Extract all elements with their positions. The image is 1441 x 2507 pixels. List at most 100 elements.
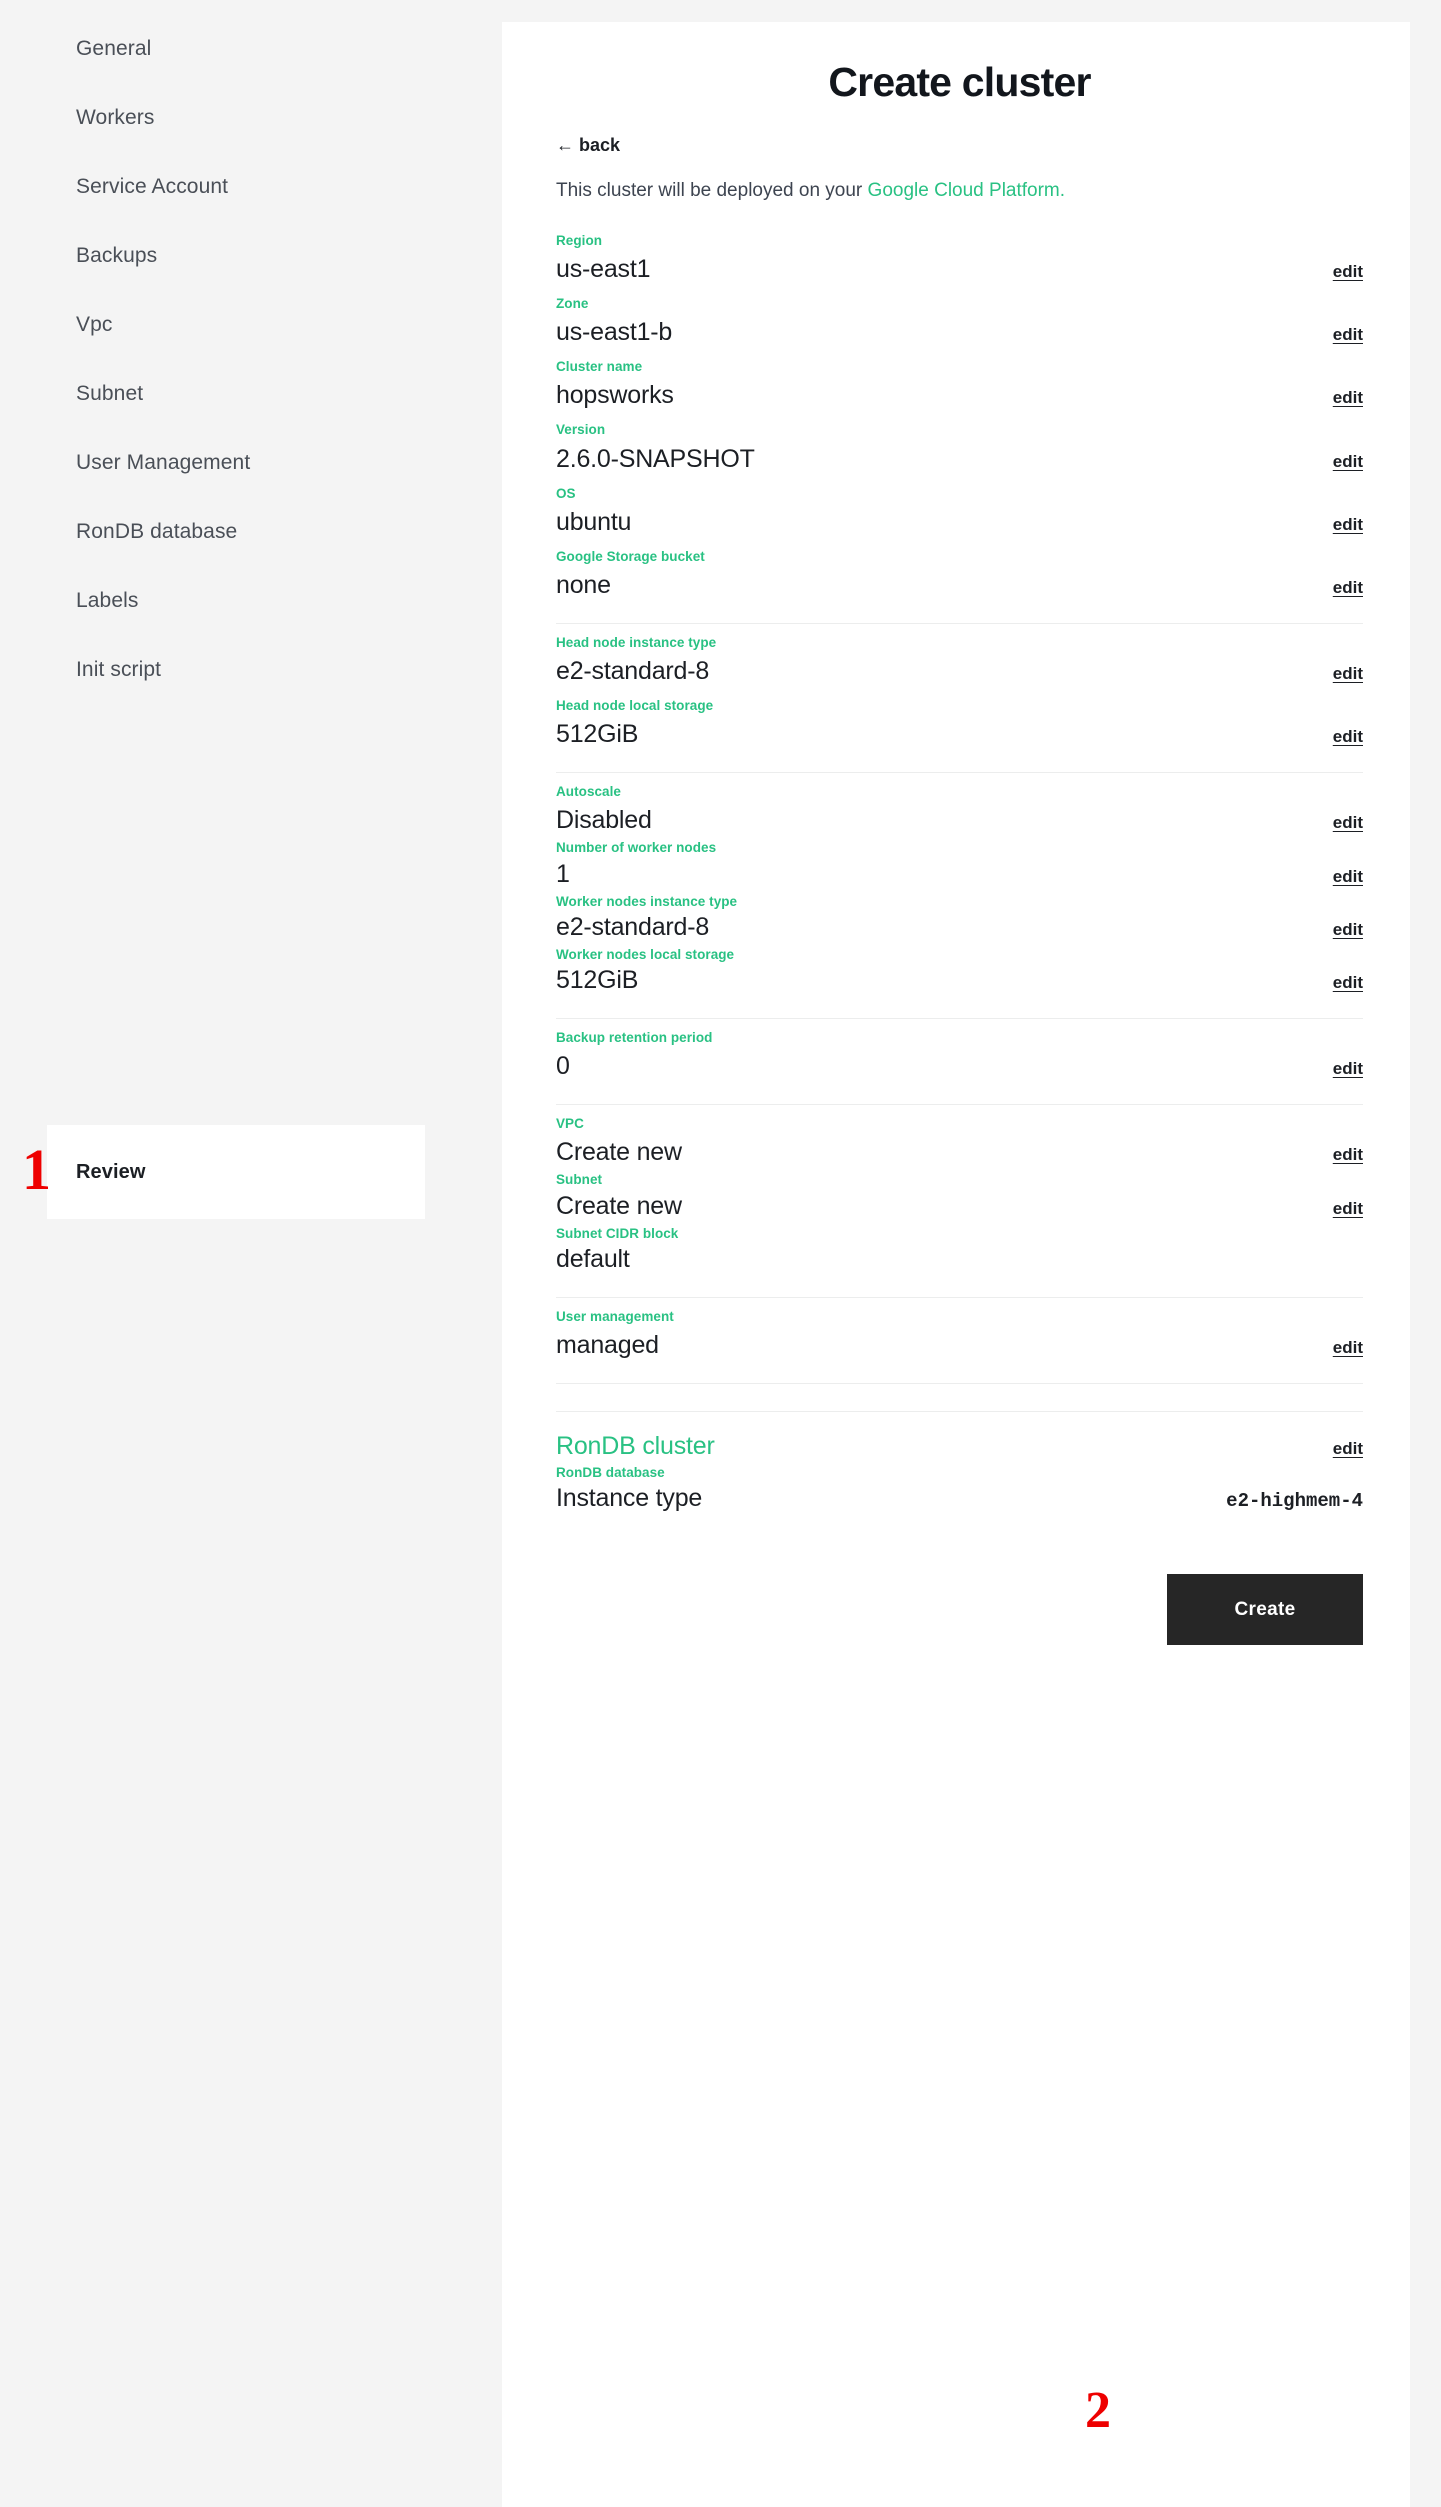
field-row: 0 edit: [556, 1052, 1363, 1082]
field-label: Autoscale: [556, 784, 621, 800]
sidebar-item-label: General: [76, 37, 152, 60]
field-label: Head node local storage: [556, 698, 714, 714]
field-zone: Zone us-east1-b edit: [556, 285, 1363, 348]
field-label: OS: [556, 485, 576, 501]
sidebar-item-general[interactable]: General: [47, 26, 425, 72]
field-value: default: [556, 1244, 630, 1273]
sidebar-item-workers[interactable]: Workers: [47, 95, 425, 141]
sidebar-item-label: Review: [76, 1160, 146, 1183]
annotation-marker-1: 1: [22, 1137, 51, 1202]
field-user-management: User management managed edit: [556, 1298, 1363, 1361]
sidebar-item-backups[interactable]: Backups: [47, 233, 425, 279]
field-row: Create new edit: [556, 1192, 1363, 1222]
rondb-cluster-edit-link[interactable]: edit: [1333, 1439, 1363, 1459]
field-head-node-local-storage: Head node local storage 512GiB edit: [556, 687, 1363, 750]
edit-link[interactable]: edit: [1333, 388, 1363, 408]
back-link[interactable]: ← back: [556, 135, 620, 156]
sidebar-item-label: Backups: [76, 244, 158, 267]
sidebar-item-label: RonDB database: [76, 520, 238, 543]
field-row: 512GiB edit: [556, 720, 1363, 750]
field-row: us-east1-b edit: [556, 318, 1363, 348]
field-row: none edit: [556, 571, 1363, 601]
field-label: Head node instance type: [556, 634, 717, 650]
field-label: Cluster name: [556, 359, 643, 375]
field-label: Subnet CIDR block: [556, 1225, 679, 1241]
edit-link[interactable]: edit: [1333, 727, 1363, 747]
sidebar-item-rondb-database[interactable]: RonDB database: [47, 509, 425, 555]
edit-link[interactable]: edit: [1333, 578, 1363, 598]
field-worker-nodes-local-storage: Worker nodes local storage 512GiB edit: [556, 943, 1363, 996]
field-label: Backup retention period: [556, 1030, 713, 1045]
field-label: Zone: [556, 295, 589, 311]
field-row: 512GiB edit: [556, 966, 1363, 996]
field-label: Region: [556, 232, 603, 248]
field-label: Version: [556, 422, 606, 438]
field-row: Create new edit: [556, 1138, 1363, 1168]
field-version: Version 2.6.0-SNAPSHOT edit: [556, 411, 1363, 474]
field-region: Region us-east1 edit: [556, 222, 1363, 285]
edit-link[interactable]: edit: [1333, 452, 1363, 472]
sidebar-item-label: Subnet: [76, 382, 144, 405]
field-worker-nodes-instance-type: Worker nodes instance type e2-standard-8 e…: [556, 890, 1363, 943]
sidebar-item-service-account[interactable]: Service Account: [47, 164, 425, 210]
field-autoscale: Autoscale Disabled edit: [556, 773, 1363, 836]
field-row: e2-standard-8 edit: [556, 657, 1363, 687]
field-value: 1: [556, 859, 570, 888]
page-title: Create cluster: [828, 59, 1091, 105]
edit-link[interactable]: edit: [1333, 515, 1363, 535]
sidebar-item-label: User Management: [76, 451, 251, 474]
edit-link[interactable]: edit: [1333, 1338, 1363, 1358]
field-row: Disabled edit: [556, 806, 1363, 836]
field-value: e2-standard-8: [556, 657, 710, 686]
field-label: Worker nodes local storage: [556, 946, 735, 962]
edit-link[interactable]: edit: [1333, 867, 1363, 887]
field-value: us-east1: [556, 254, 651, 283]
field-row: ubuntu edit: [556, 508, 1363, 538]
field-value: Disabled: [556, 806, 652, 835]
rondb-instance-type-label: Instance type: [556, 1484, 703, 1513]
sidebar-item-vpc[interactable]: Vpc: [47, 302, 425, 348]
field-label: VPC: [556, 1116, 584, 1132]
create-cluster-panel: Create cluster ← back This cluster will …: [502, 22, 1410, 2507]
create-button[interactable]: Create: [1167, 1574, 1363, 1646]
field-row: default: [556, 1245, 1363, 1275]
edit-link[interactable]: edit: [1333, 1199, 1363, 1219]
sidebar-item-labels[interactable]: Labels: [47, 578, 425, 624]
edit-link[interactable]: edit: [1333, 973, 1363, 993]
sidebar-item-init-script[interactable]: Init script: [47, 647, 425, 693]
field-google-storage-bucket: Google Storage bucket none edit: [556, 538, 1363, 601]
edit-link[interactable]: edit: [1333, 262, 1363, 282]
deployment-note-prefix: This cluster will be deployed on your: [556, 180, 868, 201]
sidebar-item-subnet[interactable]: Subnet: [47, 371, 425, 417]
section-divider: [556, 1382, 1363, 1384]
field-vpc: VPC Create new edit: [556, 1105, 1363, 1168]
field-value: Create new: [556, 1138, 682, 1167]
edit-link[interactable]: edit: [1333, 920, 1363, 940]
field-value: 512GiB: [556, 720, 639, 749]
sidebar-item-label: Workers: [76, 106, 155, 129]
field-label: Worker nodes instance type: [556, 893, 738, 909]
sidebar-item-label: Service Account: [76, 175, 229, 198]
sidebar-item-user-management[interactable]: User Management: [47, 440, 425, 486]
edit-link[interactable]: edit: [1333, 325, 1363, 345]
review-fields-list: Region us-east1 edit Zone us-east1-b edit Clus…: [556, 222, 1363, 1384]
field-os: OS ubuntu edit: [556, 475, 1363, 538]
deployment-note: This cluster will be deployed on your Go…: [556, 179, 1363, 203]
edit-link[interactable]: edit: [1333, 813, 1363, 833]
field-row: e2-standard-8 edit: [556, 913, 1363, 943]
field-row: 1 edit: [556, 860, 1363, 890]
settings-sidebar: General Workers Service Account Backups Vpc S…: [0, 0, 502, 2507]
field-number-of-worker-nodes: Number of worker nodes 1 edit: [556, 836, 1363, 889]
edit-link[interactable]: edit: [1333, 1145, 1363, 1165]
field-value: hopsworks: [556, 381, 674, 410]
sidebar-item-label: Init script: [76, 658, 162, 681]
cloud-provider-link[interactable]: Google Cloud Platform.: [868, 180, 1066, 201]
edit-link[interactable]: edit: [1333, 1059, 1363, 1079]
edit-link[interactable]: edit: [1333, 664, 1363, 684]
field-value: Create new: [556, 1191, 682, 1220]
sidebar-item-label: Vpc: [76, 313, 113, 336]
field-value: e2-standard-8: [556, 912, 710, 941]
field-row: hopsworks edit: [556, 381, 1363, 411]
sidebar-item-review[interactable]: Review: [47, 1125, 425, 1219]
rondb-instance-type-value: e2-highmem-4: [1226, 1490, 1363, 1513]
